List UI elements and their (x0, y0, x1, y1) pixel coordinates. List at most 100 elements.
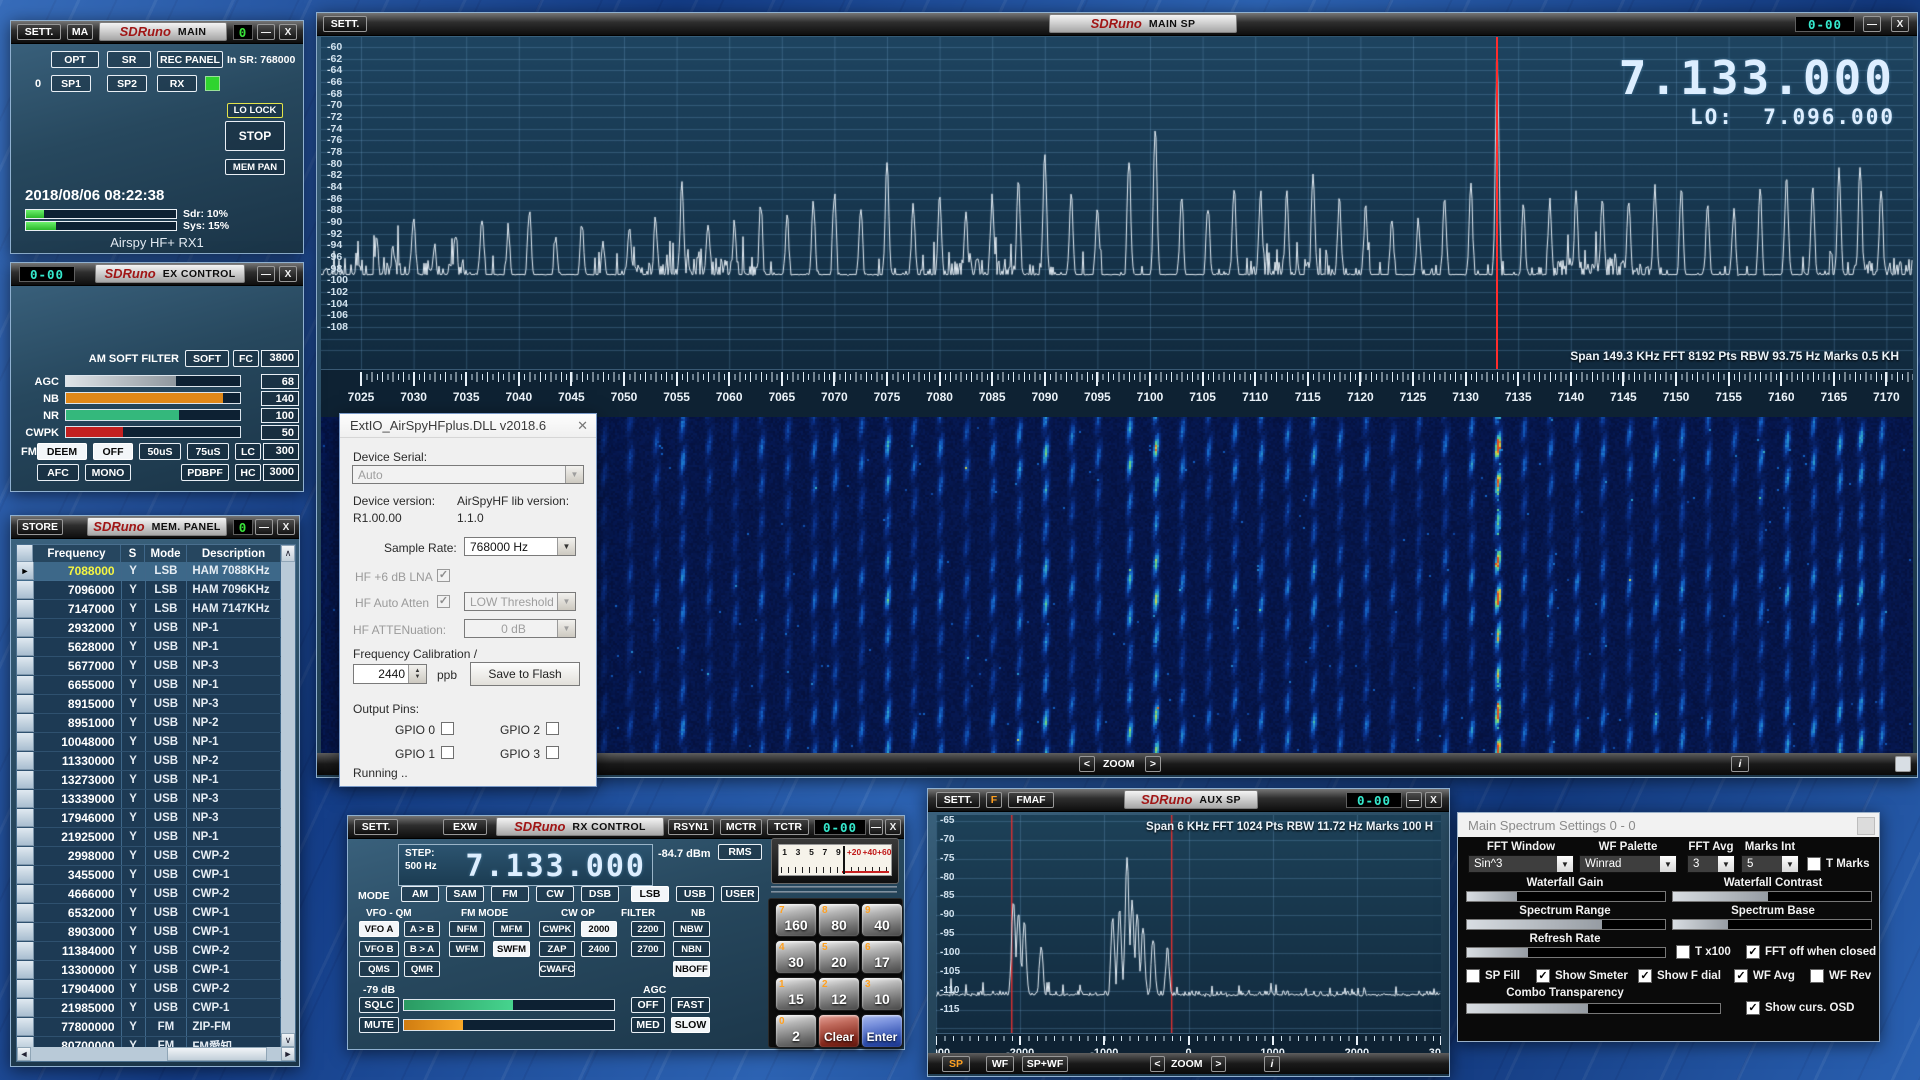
main-sp-titlebar[interactable]: SETT. SDRuno MAIN SP 0-00 — X (317, 13, 1917, 36)
rsyn1-button[interactable]: RSYN1 (668, 819, 714, 835)
table-row[interactable]: 11384000YUSBCWP-2 (17, 942, 281, 961)
ex-control-close-button[interactable]: X (279, 266, 297, 282)
step-value[interactable]: 500 Hz (405, 861, 437, 872)
fft-window-combo[interactable]: Sin^3▼ (1468, 855, 1574, 873)
cal-spinner[interactable]: 2440 ▲▼ (353, 664, 427, 684)
keypad-2-key[interactable]: 02 (775, 1014, 817, 1048)
gpio-checkbox[interactable] (441, 722, 454, 735)
slider-value[interactable]: 68 (261, 374, 299, 389)
soft-filter-button[interactable]: SOFT (185, 350, 229, 367)
deem-button[interactable]: DEEM (37, 443, 87, 460)
table-row[interactable]: 6655000YUSBNP-1 (17, 676, 281, 695)
pdbpf-button[interactable]: PDBPF (181, 464, 229, 481)
main-sett-button[interactable]: SETT. (17, 24, 61, 40)
table-row[interactable]: 8915000YUSBNP-3 (17, 695, 281, 714)
grid-cwafc-button[interactable]: CWAFC (539, 961, 575, 977)
settings-titlebar[interactable]: Main Spectrum Settings 0 - 0 (1458, 813, 1879, 837)
row-header-cell[interactable] (17, 600, 34, 618)
grid-2200-button[interactable]: 2200 (631, 921, 665, 937)
keypad-clear-key[interactable]: Clear (818, 1014, 860, 1048)
scroll-up-button[interactable]: ∧ (281, 545, 295, 562)
row-header-cell[interactable] (17, 752, 34, 770)
sqlc-button[interactable]: SQLC (359, 997, 399, 1013)
spectrum-range-slider[interactable] (1466, 919, 1666, 930)
waterfall-gain-slider[interactable] (1466, 891, 1666, 902)
row-header-cell[interactable] (17, 695, 34, 713)
settings-checkbox[interactable]: ✓ (1638, 969, 1652, 983)
grid-zap-button[interactable]: ZAP (539, 941, 575, 957)
grid-wfm-button[interactable]: WFM (449, 941, 485, 957)
ex-control-titlebar[interactable]: 0-00 SDRuno EX CONTROL — X (11, 263, 303, 286)
row-header-cell[interactable] (17, 638, 34, 656)
row-header-cell[interactable] (17, 999, 34, 1017)
grid-cwpk-button[interactable]: CWPK (539, 921, 575, 937)
mono-button[interactable]: MONO (85, 464, 131, 481)
table-row[interactable]: 13273000YUSBNP-1 (17, 771, 281, 790)
show-curs-checkbox[interactable]: ✓ (1746, 1001, 1760, 1015)
table-row[interactable]: 77800000YFMZIP-FM (17, 1018, 281, 1037)
table-row[interactable]: 4666000YUSBCWP-2 (17, 885, 281, 904)
deem-50us-button[interactable]: 50uS (139, 443, 181, 460)
store-button[interactable]: STORE (17, 519, 63, 535)
aux-f-button[interactable]: F (986, 792, 1002, 808)
marks-int-combo[interactable]: 5▼ (1741, 855, 1799, 873)
aux-close-button[interactable]: X (1425, 792, 1442, 808)
mode-fm-button[interactable]: FM (491, 886, 529, 902)
lna-checkbox[interactable]: ✓ (437, 569, 450, 582)
sample-rate-combo[interactable]: 768000 Hz▼ (464, 537, 576, 556)
mem-panel-titlebar[interactable]: STORE SDRuno MEM. PANEL 0 — X (11, 516, 299, 539)
grid-2700-button[interactable]: 2700 (631, 941, 665, 957)
slider-value[interactable]: 100 (261, 408, 299, 423)
row-header-cell[interactable] (17, 676, 34, 694)
column-header[interactable]: Frequency (33, 545, 121, 562)
main-ma-button[interactable]: MA (67, 24, 93, 40)
rx-control-titlebar[interactable]: SETT. EXW SDRuno RX CONTROL RSYN1 MCTR T… (348, 816, 904, 839)
aux-spectrum-plot[interactable]: -65-70-75-80-85-90-95-100-105-110-115 Sp… (936, 815, 1441, 1033)
grid-swfm-button[interactable]: SWFM (493, 941, 530, 957)
agc-med-button[interactable]: MED (631, 1017, 665, 1033)
scroll-left-button[interactable]: ◄ (17, 1047, 31, 1061)
sp1-button[interactable]: SP1 (51, 75, 91, 92)
volume-slider[interactable] (403, 1019, 615, 1031)
lc-button[interactable]: LC (235, 443, 261, 460)
slider-value[interactable]: 50 (261, 425, 299, 440)
table-row[interactable]: 21985000YUSBCWP-1 (17, 999, 281, 1018)
row-header-cell[interactable] (17, 847, 34, 865)
lc-value[interactable]: 300 (263, 443, 299, 460)
grid-2400-button[interactable]: 2400 (581, 941, 617, 957)
fft-avg-combo[interactable]: 3▼ (1687, 855, 1735, 873)
gpio-checkbox[interactable] (546, 722, 559, 735)
info-button[interactable]: i (1731, 756, 1749, 772)
extio-close-icon[interactable]: ✕ (577, 418, 588, 434)
table-row[interactable]: 2932000YUSBNP-1 (17, 619, 281, 638)
device-serial-combo[interactable]: Auto▼ (352, 465, 584, 484)
aux-sp-titlebar[interactable]: SETT. F FMAF SDRuno AUX SP 0-00 — X (928, 789, 1449, 812)
row-header-cell[interactable] (17, 923, 34, 941)
main-frequency-ruler[interactable]: 7025703070357040704570507055706070657070… (321, 369, 1913, 418)
row-header-cell[interactable] (17, 1018, 34, 1036)
main-titlebar[interactable]: SETT. MA SDRuno MAIN 0 — X (11, 21, 303, 44)
main-spectrum-plot[interactable]: -60-62-64-66-68-70-72-74-76-78-80-82-84-… (321, 37, 1913, 369)
table-row[interactable]: 8951000YUSBNP-2 (17, 714, 281, 733)
grid-vfo-a-button[interactable]: VFO A (359, 921, 399, 937)
table-row[interactable]: 17904000YUSBCWP-2 (17, 980, 281, 999)
table-row[interactable]: 8903000YUSBCWP-1 (17, 923, 281, 942)
table-row[interactable]: 5677000YUSBNP-3 (17, 657, 281, 676)
rms-button[interactable]: RMS (718, 844, 762, 860)
horizontal-scrollbar[interactable]: ◄► (17, 1047, 295, 1061)
slider-value[interactable]: 140 (261, 391, 299, 406)
zoom-out-button[interactable]: < (1079, 756, 1095, 772)
aux-sp-mode-button[interactable]: SP (942, 1056, 970, 1072)
row-header-cell[interactable] (17, 1037, 34, 1047)
refresh-rate-slider[interactable] (1466, 947, 1666, 958)
table-row[interactable]: 7147000YLSBHAM 7147KHz (17, 600, 281, 619)
grid-nbn-button[interactable]: NBN (673, 941, 710, 957)
vertical-scrollbar[interactable] (281, 562, 295, 1033)
row-header-cell[interactable] (17, 885, 34, 903)
sr-button[interactable]: SR (107, 51, 151, 68)
row-header-cell[interactable] (17, 657, 34, 675)
settings-checkbox[interactable] (1466, 969, 1480, 983)
mem-pan-button[interactable]: MEM PAN (225, 159, 285, 175)
table-row[interactable]: 13300000YUSBCWP-1 (17, 961, 281, 980)
afc-button[interactable]: AFC (37, 464, 79, 481)
